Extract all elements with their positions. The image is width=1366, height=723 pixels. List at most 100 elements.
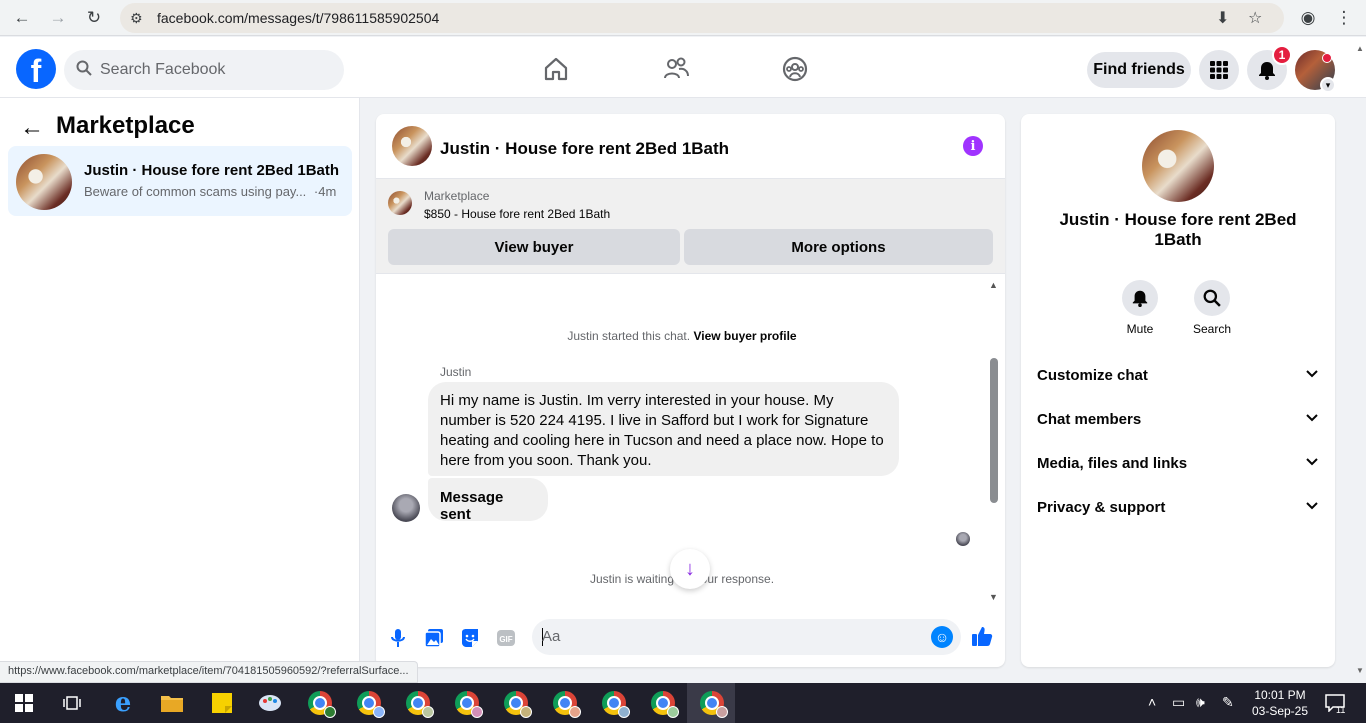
link-preview-status: https://www.facebook.com/marketplace/ite…	[0, 661, 418, 683]
emoji-icon[interactable]: ☺	[931, 626, 953, 648]
address-bar[interactable]: ⚙ facebook.com/messages/t/79861158590250…	[120, 3, 1284, 33]
avatar-status-dot	[1322, 53, 1332, 63]
message-bubble: Hi my name is Justin. Im verry intereste…	[428, 382, 899, 476]
home-icon[interactable]	[542, 55, 570, 83]
install-app-icon[interactable]: ⬇	[1216, 8, 1229, 28]
site-settings-icon[interactable]: ⚙	[130, 10, 143, 27]
chrome-profile-icon[interactable]	[648, 688, 679, 718]
windows-start-icon[interactable]	[9, 688, 39, 718]
gif-icon[interactable]: GIF	[494, 626, 518, 650]
chevron-down-icon	[1305, 499, 1319, 518]
back-arrow-icon[interactable]: ←	[20, 114, 44, 142]
page-scroll-up-icon[interactable]: ▲	[1356, 44, 1364, 53]
reload-icon[interactable]: ↻	[82, 6, 106, 30]
conversation-title: Justin · House fore rent 2Bed 1Bath	[84, 162, 340, 179]
edge-browser-icon[interactable]: e	[108, 688, 138, 718]
chat-started-text: Justin started this chat.	[567, 329, 691, 343]
taskbar-clock[interactable]: 10:01 PM 03-Sep-25	[1250, 687, 1310, 719]
paint-app-icon[interactable]	[255, 688, 285, 718]
info-icon[interactable]: i	[963, 136, 983, 156]
chevron-down-icon	[1305, 455, 1319, 474]
bookmark-star-icon[interactable]: ☆	[1248, 8, 1262, 28]
read-receipt-avatar	[956, 532, 970, 546]
privacy-support-row[interactable]: Privacy & support	[1029, 486, 1327, 530]
row-label: Media, files and links	[1037, 455, 1188, 472]
bell-icon	[1122, 280, 1158, 316]
chat-members-row[interactable]: Chat members	[1029, 398, 1327, 442]
message-input[interactable]: Aa ☺	[532, 619, 961, 655]
page-scroll-down-icon[interactable]: ▼	[1356, 666, 1364, 675]
volume-icon[interactable]: 🕪	[1196, 694, 1205, 711]
microphone-icon[interactable]	[386, 626, 410, 650]
sender-avatar[interactable]	[392, 494, 420, 522]
row-label: Chat members	[1037, 411, 1142, 428]
thumbs-up-icon[interactable]	[970, 624, 994, 648]
chat-listing-thumbnail[interactable]	[392, 126, 432, 166]
notification-center-icon[interactable]	[1320, 688, 1350, 718]
conversation-time: ·4m	[313, 184, 337, 199]
file-explorer-icon[interactable]	[157, 688, 187, 718]
details-title: Justin · House fore rent 2Bed 1Bath	[1059, 210, 1297, 249]
scrollbar-thumb[interactable]	[990, 358, 998, 503]
listing-price-title[interactable]: $850 - House fore rent 2Bed 1Bath	[424, 207, 610, 221]
customize-chat-row[interactable]: Customize chat	[1029, 354, 1327, 398]
chrome-profile-icon[interactable]	[354, 688, 385, 718]
windows-taskbar: e ˄ ▭ 🕪 ✎ 10:01 PM 03-Sep-25 11	[0, 683, 1366, 723]
message-bubble-sent: Message sent	[428, 478, 548, 523]
message-scrollbar[interactable]: ▲ ▼	[987, 280, 1001, 604]
notification-badge: 1	[1272, 45, 1292, 65]
chrome-profile-icon[interactable]	[599, 688, 630, 718]
photo-icon[interactable]	[422, 626, 446, 650]
browser-menu-icon[interactable]: ⋮	[1332, 6, 1356, 30]
more-options-button[interactable]: More options	[684, 229, 993, 265]
chrome-profile-icon[interactable]	[403, 688, 434, 718]
chrome-profile-icon-active[interactable]	[697, 688, 728, 718]
view-buyer-profile-link[interactable]: View buyer profile	[693, 329, 796, 343]
battery-icon[interactable]: ▭	[1172, 694, 1185, 711]
sticker-icon[interactable]	[458, 626, 482, 650]
chrome-profile-icon[interactable]	[305, 688, 336, 718]
chrome-profile-icon[interactable]	[501, 688, 532, 718]
search-in-chat-button[interactable]: Search	[1182, 280, 1242, 336]
conversation-preview-text: Beware of common scams using pay...	[84, 184, 307, 199]
chat-header: Justin · House fore rent 2Bed 1Bath i	[376, 114, 1005, 179]
url-text[interactable]: facebook.com/messages/t/798611585902504	[157, 10, 439, 26]
forward-icon[interactable]: →	[46, 6, 70, 30]
banner-listing-thumbnail[interactable]	[388, 191, 412, 215]
view-buyer-button[interactable]: View buyer	[388, 229, 680, 265]
listing-source-label: Marketplace	[424, 189, 490, 203]
details-listing-thumbnail[interactable]	[1142, 130, 1214, 202]
back-icon[interactable]: ←	[10, 6, 34, 30]
marketplace-sidebar: ← Marketplace Justin · House fore rent 2…	[0, 98, 360, 683]
find-friends-button[interactable]: Find friends	[1087, 52, 1191, 88]
chat-started-notice: Justin started this chat. View buyer pro…	[376, 329, 988, 343]
message-composer: GIF Aa ☺	[376, 614, 1005, 664]
conversation-preview: Beware of common scams using pay... ·4m	[84, 184, 336, 199]
svg-text:GIF: GIF	[499, 635, 512, 644]
scroll-up-arrow-icon[interactable]: ▲	[989, 280, 998, 290]
chrome-profile-icon[interactable]	[452, 688, 483, 718]
groups-icon[interactable]	[781, 55, 809, 83]
scroll-down-arrow-icon[interactable]: ▼	[989, 592, 998, 602]
friends-icon[interactable]	[662, 55, 690, 83]
facebook-logo-icon[interactable]: f	[16, 49, 56, 89]
search-input[interactable]: Search Facebook	[64, 50, 344, 90]
chat-title[interactable]: Justin · House fore rent 2Bed 1Bath	[440, 139, 729, 159]
conversation-list-item[interactable]: Justin · House fore rent 2Bed 1Bath Bewa…	[8, 146, 352, 216]
task-view-icon[interactable]	[57, 688, 87, 718]
media-files-links-row[interactable]: Media, files and links	[1029, 442, 1327, 486]
chevron-down-icon[interactable]: ▾	[1320, 77, 1336, 93]
sticky-notes-icon[interactable]	[207, 688, 237, 718]
show-hidden-icons-icon[interactable]: ˄	[1148, 694, 1156, 710]
pen-icon[interactable]: ✎	[1222, 694, 1234, 711]
menu-grid-icon[interactable]	[1199, 50, 1239, 90]
sidebar-title: Marketplace	[56, 112, 195, 139]
browser-toolbar: ← → ↻ ⚙ facebook.com/messages/t/79861158…	[0, 0, 1366, 36]
page-scrollbar[interactable]: ▲ ▼	[1354, 40, 1366, 683]
mute-button[interactable]: Mute	[1110, 280, 1170, 336]
message-sender-name: Justin	[440, 365, 472, 379]
scroll-to-bottom-button[interactable]: ↓	[670, 549, 710, 589]
search-placeholder: Search Facebook	[100, 61, 226, 78]
profile-icon[interactable]: ◉	[1296, 6, 1320, 30]
chrome-profile-icon[interactable]	[550, 688, 581, 718]
